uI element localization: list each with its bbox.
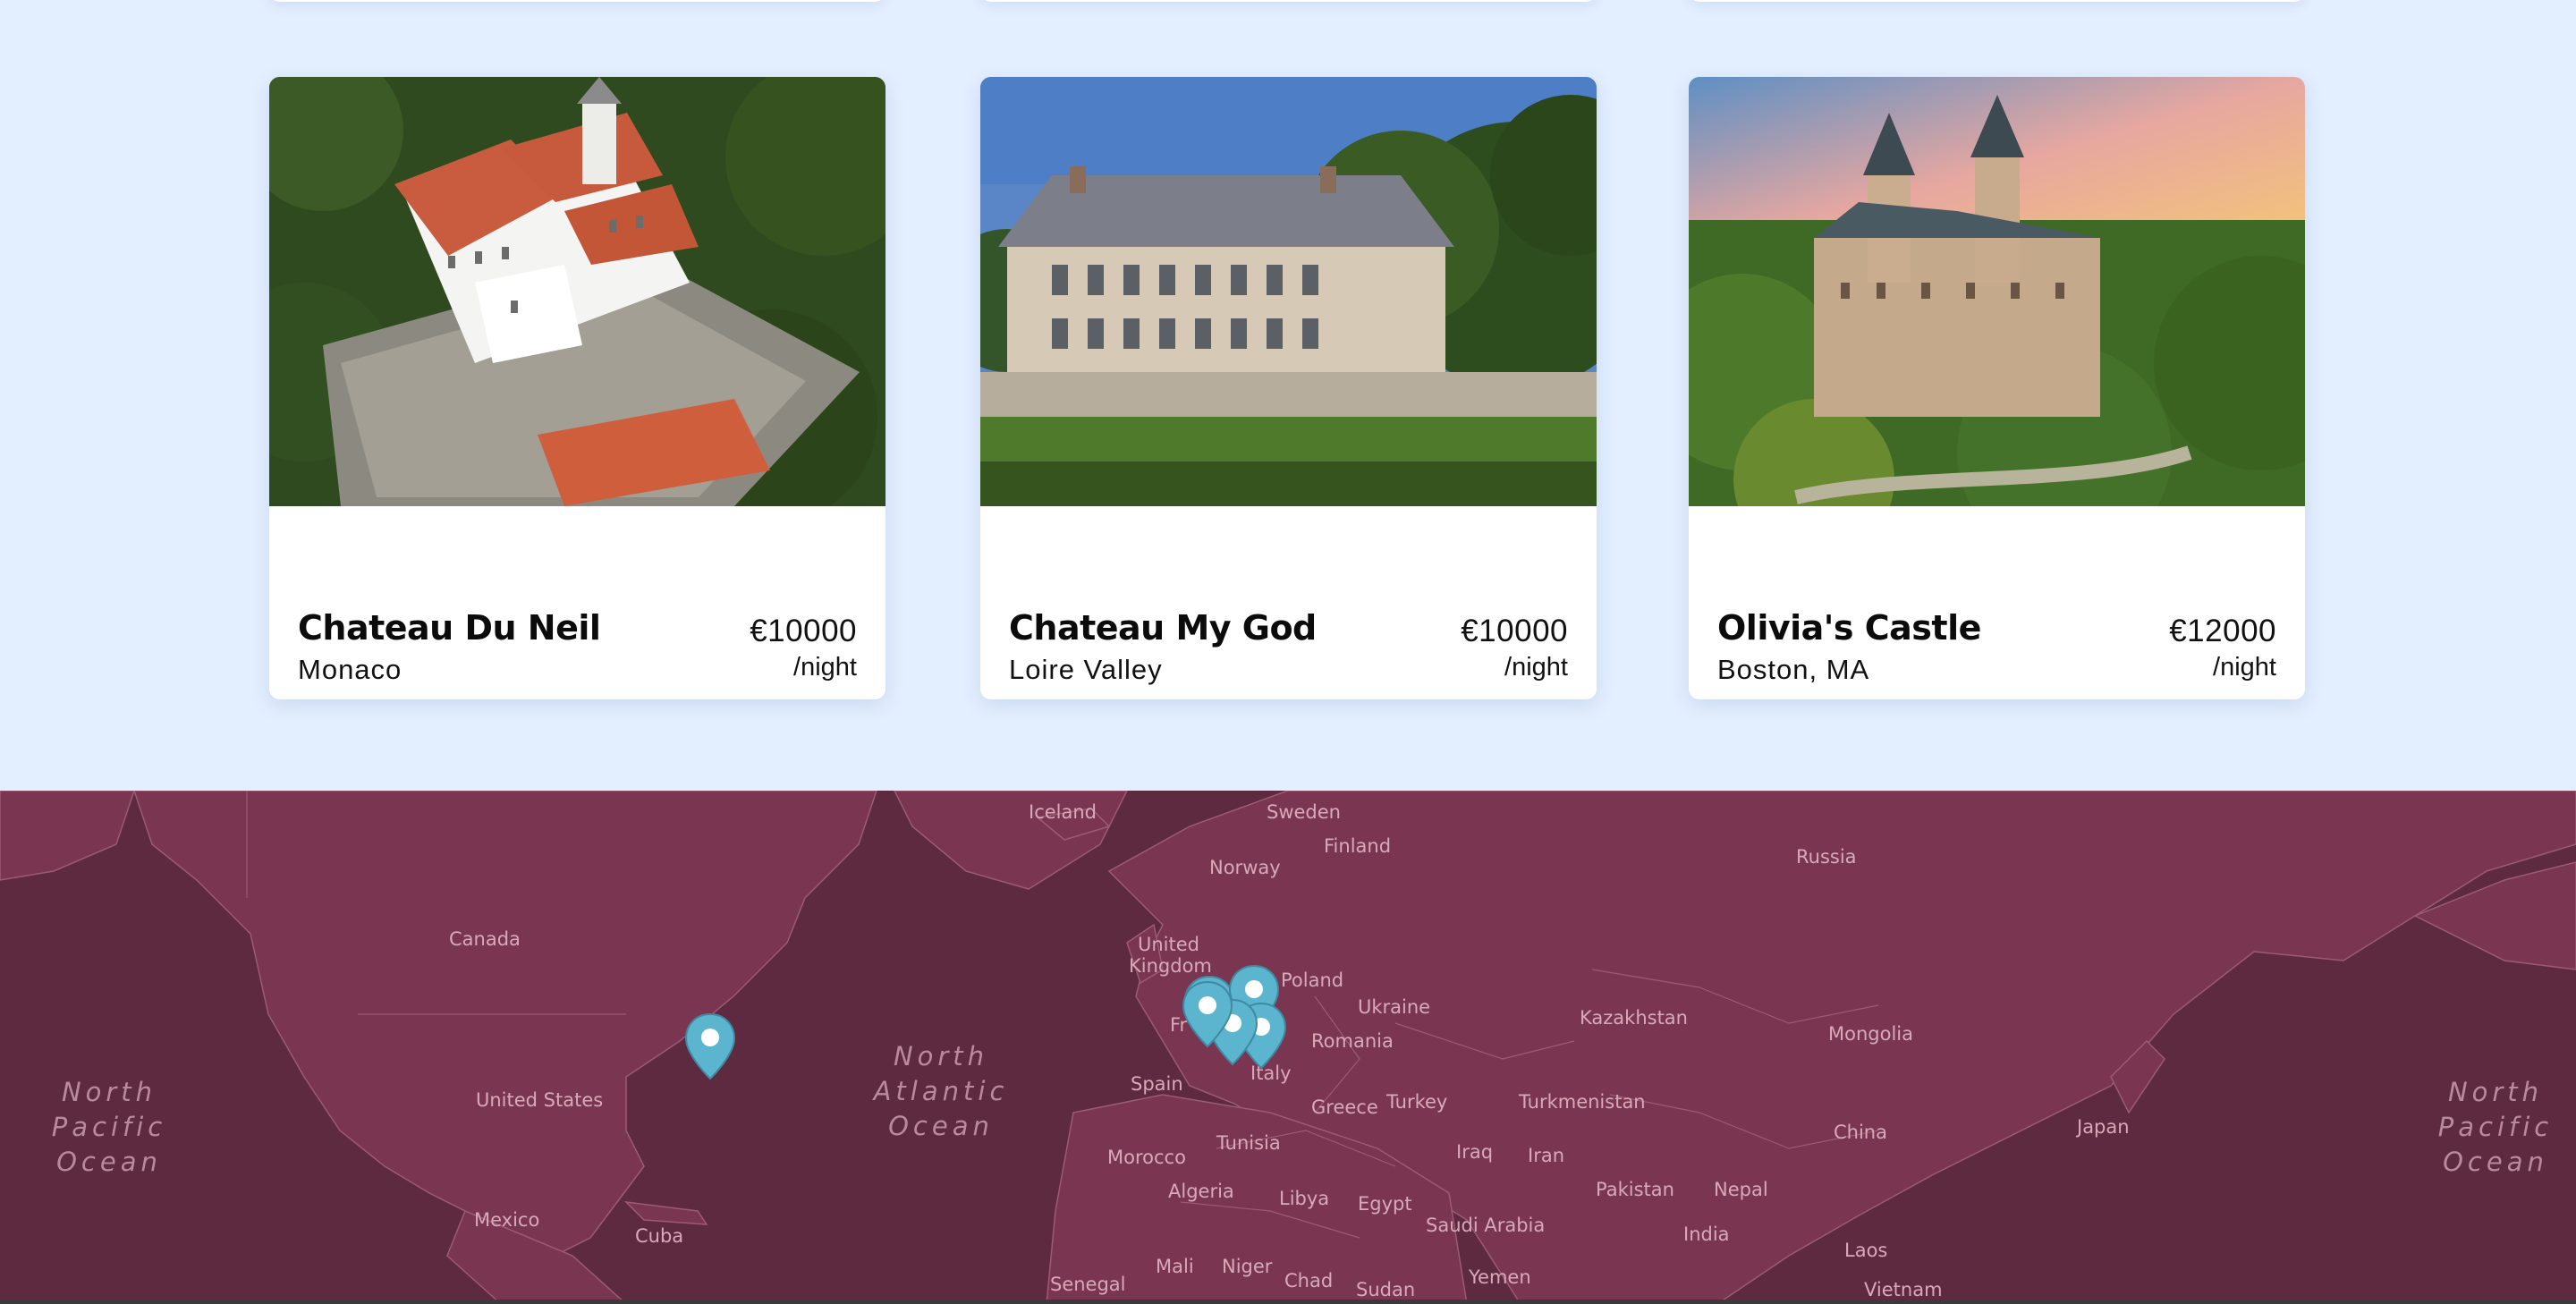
ocean-word: Ocean	[56, 1147, 162, 1177]
price-unit: /night	[793, 653, 857, 682]
map-label-mexico: Mexico	[474, 1209, 540, 1231]
map-label-greece: Greece	[1311, 1097, 1378, 1118]
ocean-word: Pacific	[51, 1112, 167, 1142]
ocean-word: Pacific	[2437, 1112, 2554, 1142]
listing-name[interactable]: Olivia's Castle	[1717, 608, 1981, 648]
map-label-turkey: Turkey	[1386, 1091, 1448, 1113]
listing-name[interactable]: Chateau My God	[1009, 608, 1317, 648]
map-label-cuba: Cuba	[635, 1225, 684, 1247]
listing-name[interactable]: Chateau Du Neil	[298, 608, 601, 648]
map-label-pakistan: Pakistan	[1596, 1179, 1674, 1200]
map-label-spain: Spain	[1131, 1073, 1183, 1095]
map-ocean-north-atlantic: North Atlantic Ocean	[834, 1039, 1048, 1144]
map-label-canada: Canada	[449, 928, 521, 950]
map-label-algeria: Algeria	[1168, 1181, 1234, 1202]
map-label-iran: Iran	[1528, 1145, 1565, 1166]
map-label-iraq: Iraq	[1456, 1141, 1494, 1163]
map-label-vietnam: Vietnam	[1864, 1279, 1943, 1300]
map-label-chad: Chad	[1284, 1270, 1334, 1291]
listing-photo[interactable]	[1689, 77, 2305, 506]
map-label-nepal: Nepal	[1714, 1179, 1768, 1200]
map-label-china: China	[1834, 1122, 1887, 1143]
ocean-word: North	[893, 1041, 989, 1071]
price-unit: /night	[2213, 653, 2276, 682]
map-label-mali: Mali	[1156, 1256, 1194, 1277]
listing-location: Loire Valley	[1009, 654, 1163, 685]
listing-card-chateau-my-god[interactable]: Chateau My God Loire Valley €10000 /nigh…	[980, 77, 1597, 699]
map-label-united: United	[1138, 934, 1199, 955]
ocean-word: North	[2447, 1077, 2544, 1107]
map-label-mongolia: Mongolia	[1828, 1023, 1913, 1045]
map-label-russia: Russia	[1796, 846, 1857, 868]
map-label-tunisia: Tunisia	[1216, 1132, 1281, 1154]
map-label-sweden: Sweden	[1267, 801, 1341, 823]
map-label-iceland: Iceland	[1029, 801, 1097, 823]
map-label-kazakhstan: Kazakhstan	[1580, 1007, 1688, 1029]
map-label-yemen: Yemen	[1469, 1266, 1531, 1288]
map-label-finland: Finland	[1324, 835, 1392, 857]
price-unit: /night	[1504, 653, 1568, 682]
listing-card-chateau-du-neil[interactable]: Chateau Du Neil Monaco €10000 /night	[269, 77, 886, 699]
map-label-saudi-arabia: Saudi Arabia	[1426, 1215, 1546, 1236]
map-label-egypt: Egypt	[1358, 1193, 1412, 1215]
listing-photo[interactable]	[980, 77, 1597, 506]
map-label-japan: Japan	[2077, 1116, 2130, 1138]
listing-price: €12000	[2169, 614, 2276, 648]
map-label-senegal: Senegal	[1050, 1274, 1126, 1295]
map-label-libya: Libya	[1279, 1188, 1330, 1209]
map-label-niger: Niger	[1222, 1256, 1273, 1277]
listings-map[interactable]: Iceland Sweden Finland Norway Russia Can…	[0, 791, 2576, 1304]
listing-card-olivias-castle[interactable]: Olivia's Castle Boston, MA €12000 /night	[1689, 77, 2305, 699]
map-label-united-states: United States	[476, 1089, 604, 1111]
ocean-word: North	[61, 1077, 157, 1107]
map-pin-icon[interactable]	[683, 1012, 737, 1080]
listing-location: Monaco	[298, 654, 402, 685]
listing-grid: Chateau Du Neil Monaco €10000 /night Cha…	[0, 0, 2576, 791]
map-label-laos: Laos	[1844, 1240, 1888, 1261]
page-bottom-edge	[0, 1300, 2576, 1304]
map-label-norway: Norway	[1209, 857, 1281, 878]
map-pin-icon[interactable]	[1181, 980, 1234, 1048]
map-label-sudan: Sudan	[1356, 1279, 1416, 1300]
map-landmass	[0, 791, 2576, 1304]
map-label-romania: Romania	[1311, 1030, 1394, 1052]
map-ocean-north-pacific-left: North Pacific Ocean	[2, 1075, 216, 1180]
ocean-word: Ocean	[888, 1111, 994, 1141]
map-label-ukraine: Ukraine	[1358, 996, 1431, 1018]
listing-location: Boston, MA	[1717, 654, 1870, 685]
listing-photo[interactable]	[269, 77, 886, 506]
map-label-morocco: Morocco	[1107, 1147, 1186, 1168]
ocean-word: Ocean	[2443, 1147, 2548, 1177]
map-ocean-north-pacific-right: North Pacific Ocean	[2388, 1075, 2576, 1180]
listing-price: €10000	[750, 614, 857, 648]
listing-price: €10000	[1461, 614, 1568, 648]
map-label-india: India	[1683, 1224, 1730, 1245]
ocean-word: Atlantic	[873, 1076, 1009, 1106]
map-label-kingdom: Kingdom	[1129, 955, 1212, 977]
map-label-poland: Poland	[1281, 970, 1344, 991]
map-label-turkmenistan: Turkmenistan	[1519, 1091, 1646, 1113]
